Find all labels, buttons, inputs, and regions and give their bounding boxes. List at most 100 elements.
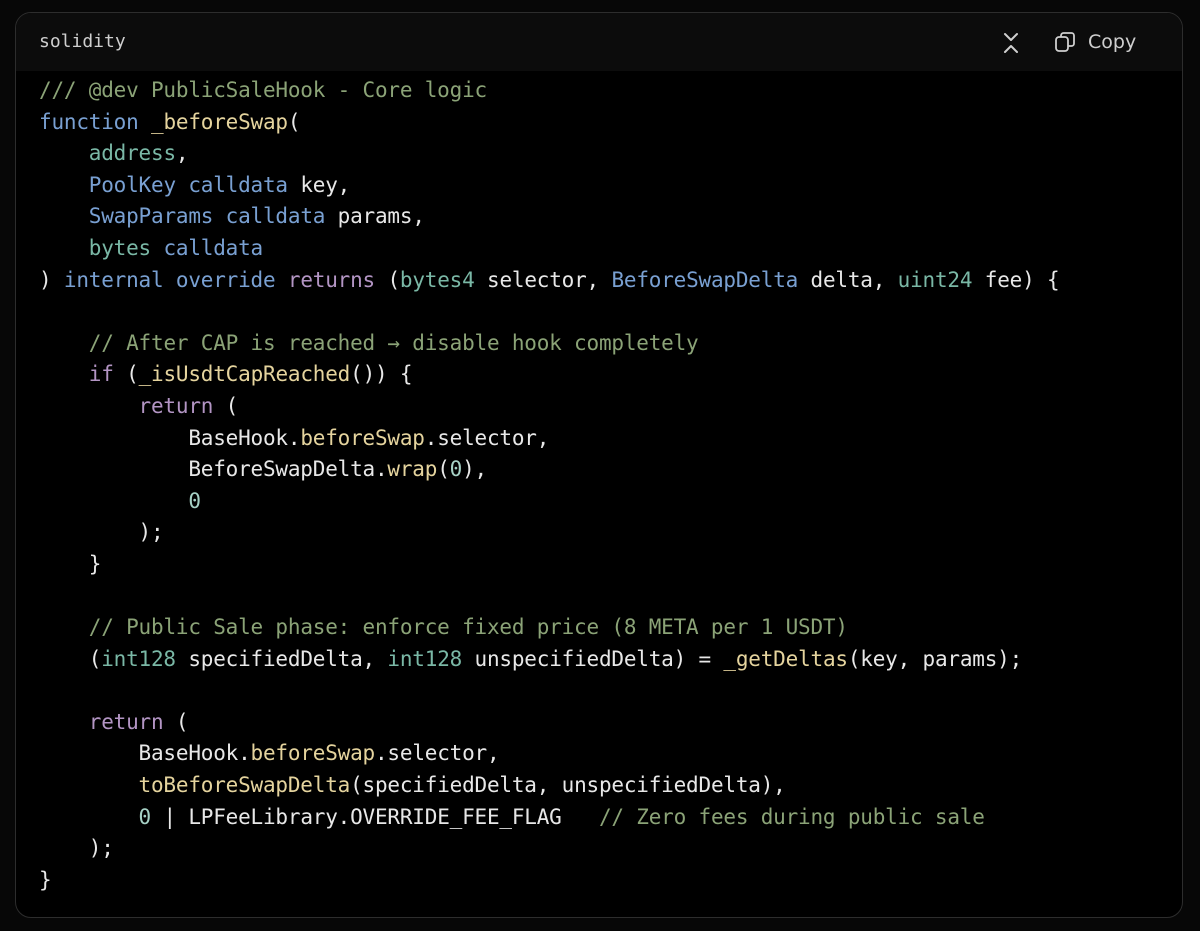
code-token: ()) { <box>350 362 413 387</box>
code-token: toBeforeSwapDelta <box>138 773 351 798</box>
code-token: internal <box>63 267 176 292</box>
code-token: returns <box>287 267 388 292</box>
code-token: (specifiedDelta, unspecifiedDelta), <box>350 773 786 798</box>
code-line: /// @dev PublicSaleHook - Core logic <box>39 75 1059 107</box>
code-token: bytes <box>88 235 164 260</box>
code-line: if (_isUsdtCapReached()) { <box>39 359 1059 391</box>
code-token: SwapParams <box>88 204 226 229</box>
code-token: BaseHook. <box>39 425 301 450</box>
code-block: solidity Copy /// @dev PublicSaleHook - … <box>15 12 1183 918</box>
code-line: } <box>39 865 1059 897</box>
code-token: (key, params); <box>847 646 1023 671</box>
code-token: 0 <box>449 457 463 482</box>
code-token: PoolKey <box>88 172 189 197</box>
code-line: BaseHook.beforeSwap.selector, <box>39 738 1059 770</box>
code-line: // Public Sale phase: enforce fixed pric… <box>39 612 1059 644</box>
code-token: ( <box>175 709 189 734</box>
code-token: int128 <box>101 646 189 671</box>
code-line: PoolKey calldata key, <box>39 170 1059 202</box>
code-token: return <box>138 393 226 418</box>
code-token: ( <box>126 362 139 387</box>
code-token: uint24 <box>897 267 985 292</box>
code-line: 0 | LPFeeLibrary.OVERRIDE_FEE_FLAG // Ze… <box>39 802 1059 834</box>
code-token: // Public Sale phase: enforce fixed pric… <box>88 615 848 640</box>
code-token: 0 <box>138 804 152 829</box>
code-block-header: solidity Copy <box>16 13 1182 71</box>
code-token: // After CAP is reached → disable hook c… <box>88 330 699 355</box>
code-token: wrap <box>387 457 438 482</box>
code-line: SwapParams calldata params, <box>39 201 1059 233</box>
code-token: calldata <box>225 204 338 229</box>
code-token: _getDeltas <box>723 646 848 671</box>
code-line: (int128 specifiedDelta, int128 unspecifi… <box>39 644 1059 676</box>
collapse-icon <box>1004 33 1018 53</box>
code-line: 0 <box>39 486 1059 518</box>
code-content: /// @dev PublicSaleHook - Core logic func… <box>39 75 1060 897</box>
code-token: BaseHook. <box>39 741 251 766</box>
code-token: 0 <box>188 488 201 513</box>
collapse-button[interactable] <box>994 29 1028 57</box>
code-token: , <box>175 141 189 166</box>
code-line: BaseHook.beforeSwap.selector, <box>39 423 1059 455</box>
code-token: params, <box>337 204 425 229</box>
code-token: ) <box>39 267 64 292</box>
code-token: ); <box>39 836 114 861</box>
copy-label: Copy <box>1088 31 1137 53</box>
code-line: ); <box>39 517 1059 549</box>
code-token: override <box>175 267 288 292</box>
code-token: fee) { <box>984 267 1060 292</box>
copy-icon <box>1055 32 1075 52</box>
code-token: .selector, <box>374 741 500 766</box>
code-line: function _beforeSwap( <box>39 107 1059 139</box>
code-token: calldata <box>163 235 263 260</box>
code-token: address <box>88 141 176 166</box>
code-token: function <box>39 109 151 134</box>
copy-button[interactable]: Copy <box>1054 27 1136 57</box>
code-token: | LPFeeLibrary.OVERRIDE_FEE_FLAG <box>151 804 599 829</box>
code-token: unspecifiedDelta) = <box>474 646 724 671</box>
code-line: toBeforeSwapDelta(specifiedDelta, unspec… <box>39 770 1059 802</box>
code-token: selector, <box>487 267 612 292</box>
code-token: int128 <box>387 646 475 671</box>
code-line: return ( <box>39 391 1059 423</box>
code-token: delta, <box>810 267 898 292</box>
code-token: key, <box>300 172 351 197</box>
code-line: // After CAP is reached → disable hook c… <box>39 328 1059 360</box>
code-token: } <box>39 867 52 892</box>
code-token: if <box>88 362 127 387</box>
code-line: ); <box>39 833 1059 865</box>
code-token: BeforeSwapDelta <box>611 267 811 292</box>
code-token: specifiedDelta, <box>188 646 388 671</box>
code-token: BeforeSwapDelta. <box>39 457 388 482</box>
code-token: ( <box>39 646 102 671</box>
code-token: _isUsdtCapReached <box>138 362 351 387</box>
code-token: ( <box>287 109 301 134</box>
code-token: _beforeSwap <box>151 109 288 134</box>
code-line: } <box>39 549 1059 581</box>
code-token: bytes4 <box>399 267 487 292</box>
code-token: // Zero fees during public sale <box>598 804 985 829</box>
code-token: ( <box>437 457 450 482</box>
code-line: return ( <box>39 707 1059 739</box>
code-token: } <box>39 551 102 576</box>
code-token: ( <box>387 267 400 292</box>
code-token: beforeSwap <box>300 425 425 450</box>
code-line: BeforeSwapDelta.wrap(0), <box>39 454 1059 486</box>
code-line: ) internal override returns (bytes4 sele… <box>39 265 1060 297</box>
code-token: .selector, <box>424 425 550 450</box>
